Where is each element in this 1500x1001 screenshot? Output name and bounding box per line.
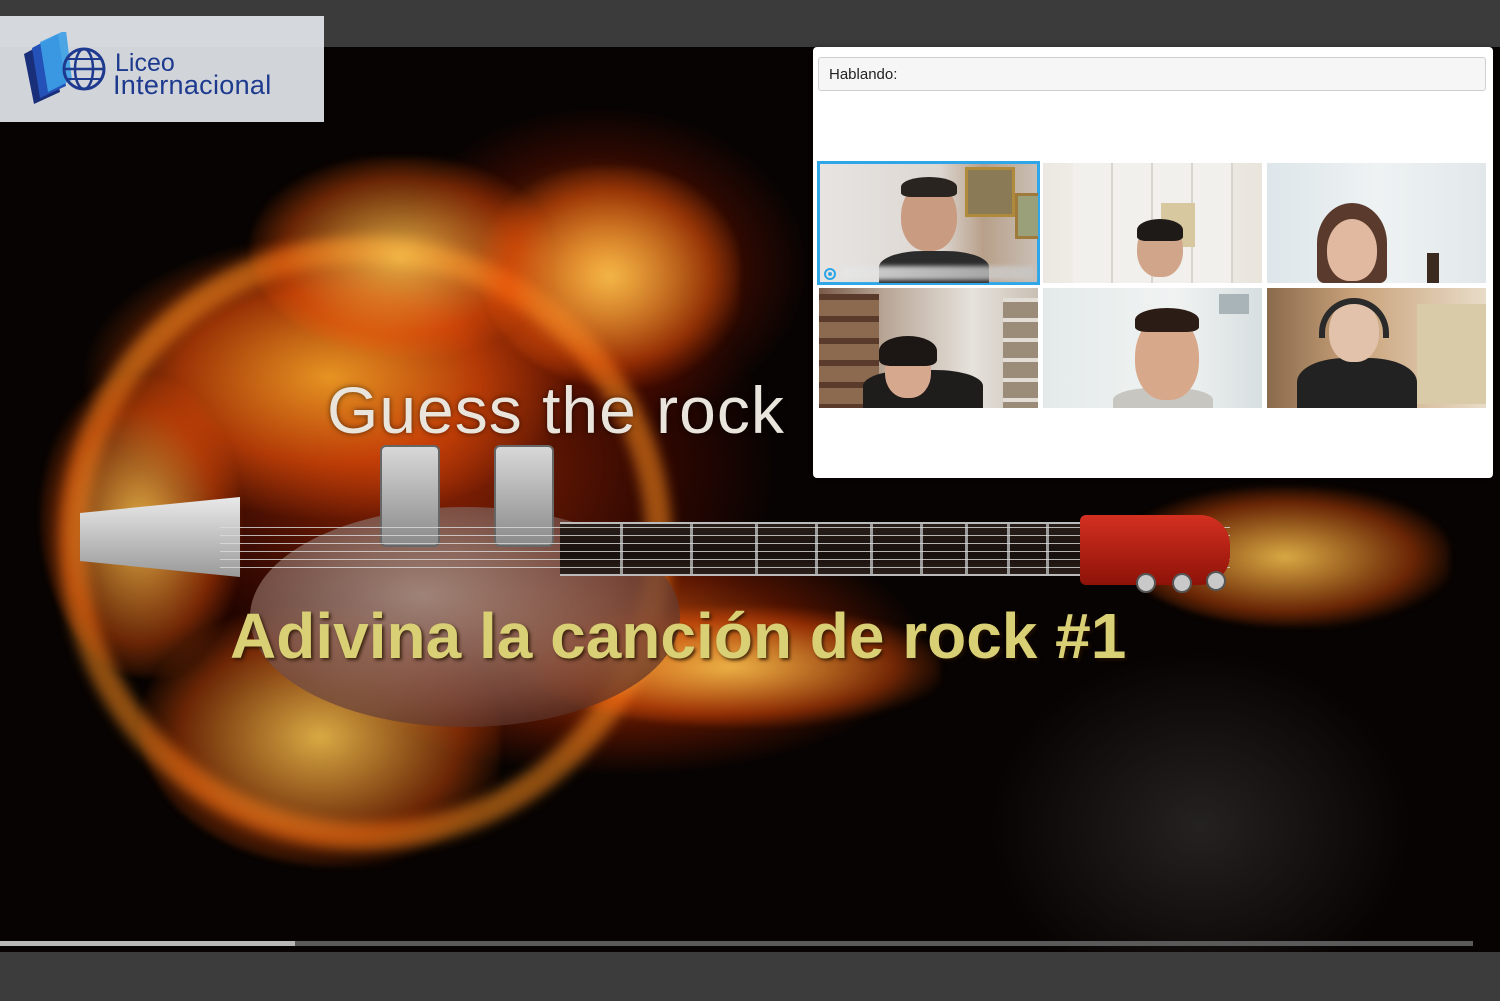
guitar-headstock-image (1080, 515, 1230, 593)
wall-decoration (1417, 304, 1486, 404)
brand-name-line2: Internacional (113, 70, 272, 100)
picture-frame (1219, 294, 1249, 314)
participant-tile-3[interactable] (1267, 163, 1486, 283)
video-call-panel: Hablando: (813, 47, 1493, 478)
picture-frame (1015, 193, 1038, 239)
tuning-peg (1136, 573, 1156, 593)
bookshelf (1003, 298, 1038, 408)
window-bottom-bar (0, 952, 1500, 1001)
participant-tile-5[interactable] (1043, 288, 1262, 408)
participant-body (1297, 358, 1417, 408)
headphones (1319, 298, 1389, 338)
participant-tile-2[interactable] (1043, 163, 1262, 283)
participant-hair (1135, 308, 1199, 332)
participant-hair (901, 177, 957, 197)
video-progress-fill (0, 941, 295, 946)
participant-face (1327, 219, 1377, 281)
tuning-peg (1206, 571, 1226, 591)
picture-frame (965, 167, 1015, 217)
video-title-english: Guess the rock (327, 373, 785, 447)
tuning-peg (1172, 573, 1192, 593)
microphone-icon (823, 267, 837, 281)
guitar-strings (220, 527, 1230, 571)
speaking-indicator: Hablando: (818, 57, 1486, 91)
video-progress-bar[interactable] (0, 941, 1473, 946)
participant-tile-6[interactable] (1267, 288, 1486, 408)
guitar-headstock (1427, 253, 1439, 283)
video-title-spanish: Adivina la canción de rock #1 (230, 600, 1127, 672)
liceo-logo-icon (24, 32, 106, 104)
brand-logo-box: Liceo Internacional (0, 16, 324, 122)
participant-tile-1[interactable] (817, 161, 1040, 285)
participant-tile-4[interactable] (819, 288, 1038, 408)
participant-hair (879, 336, 937, 366)
participant-name-blurred (841, 266, 1035, 280)
participant-hair (1137, 219, 1183, 241)
